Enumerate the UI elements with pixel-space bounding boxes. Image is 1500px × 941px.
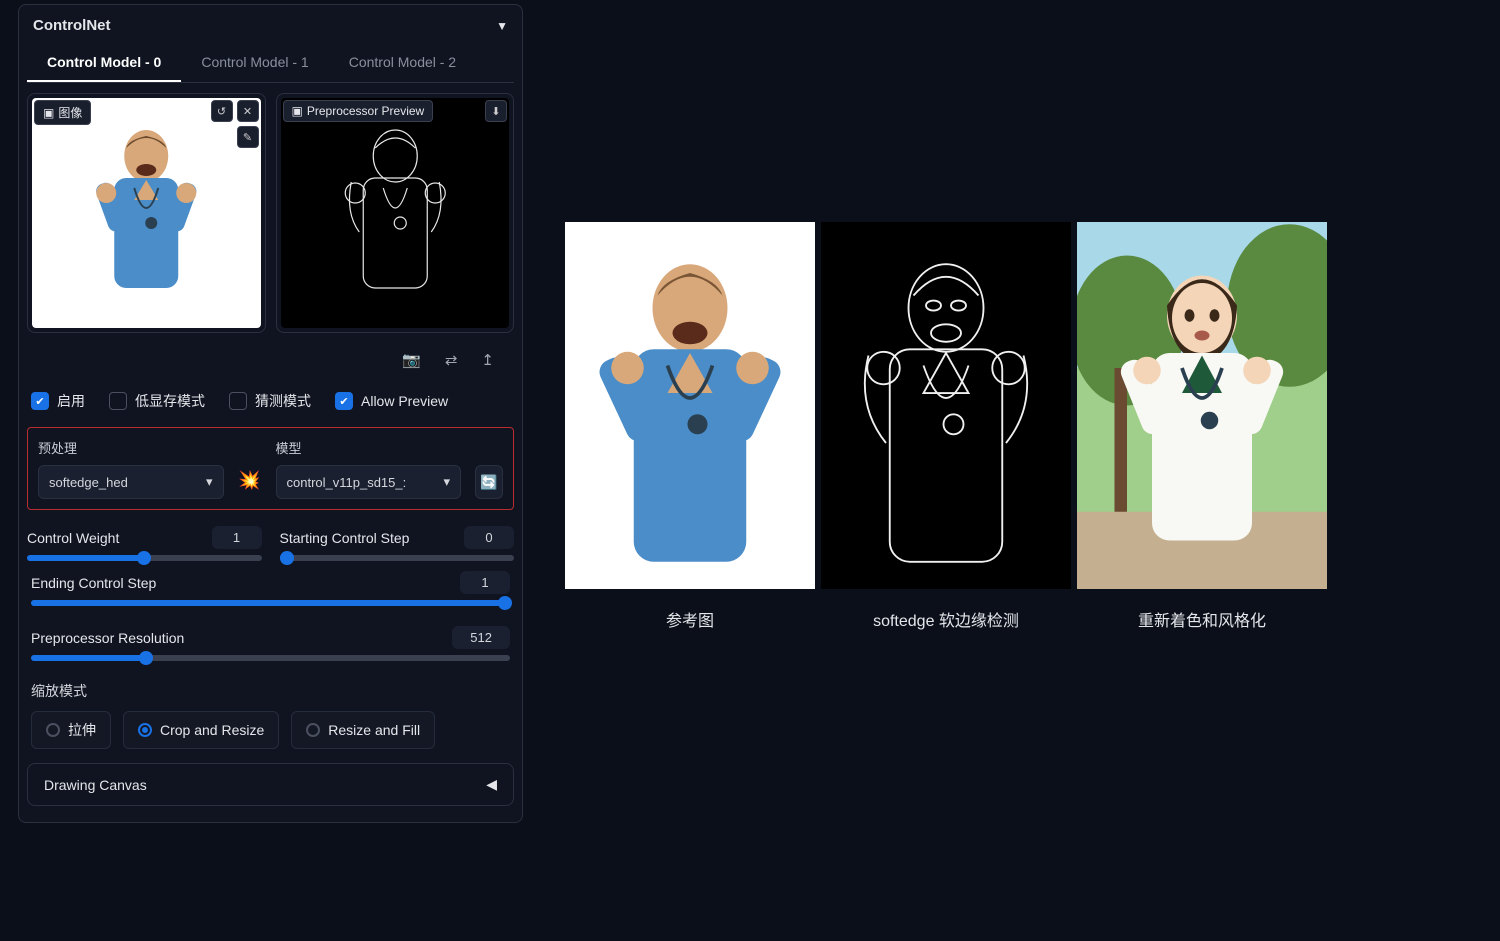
panel-header[interactable]: ControlNet ▼ [27, 9, 514, 44]
stylized-output-image [1077, 222, 1327, 589]
slider-label: Starting Control Step [280, 530, 410, 546]
explosion-run-icon[interactable]: 💥 [238, 470, 262, 499]
radio-stretch[interactable]: 拉伸 [31, 711, 111, 749]
slider-label: Preprocessor Resolution [31, 630, 184, 646]
collapse-icon[interactable]: ▼ [496, 19, 508, 33]
check-icon [229, 392, 247, 410]
radio-icon [306, 723, 320, 737]
download-icon[interactable]: ⬇ [485, 100, 507, 122]
model-label: 模型 [276, 438, 462, 457]
radio-crop-resize[interactable]: Crop and Resize [123, 711, 279, 749]
comparison-row: 参考图 s [565, 222, 1327, 631]
webcam-icon[interactable]: 📷 [402, 351, 421, 369]
refresh-model-icon[interactable]: 🔄 [475, 465, 503, 499]
starting-step-slider[interactable]: Starting Control Step 0 [280, 520, 515, 561]
preprocessor-dropdown[interactable]: softedge_hed ▾ [38, 465, 224, 499]
slider-label: Ending Control Step [31, 575, 156, 591]
undo-icon[interactable]: ↺ [211, 100, 233, 122]
caption-style: 重新着色和风格化 [1077, 607, 1327, 631]
tab-control-model-2[interactable]: Control Model - 2 [329, 44, 476, 82]
triangle-left-icon: ◀ [486, 776, 497, 793]
check-icon [109, 392, 127, 410]
caption-reference: 参考图 [565, 607, 815, 631]
input-image-card[interactable]: ▣ 图像 ↺ ✕ ✎ [27, 93, 266, 333]
image-action-row: 📷 ⇄ ↥ [27, 343, 514, 383]
nurse-photo-placeholder [565, 222, 815, 589]
edge-detection-image [821, 222, 1071, 589]
enable-checkbox[interactable]: ✔ 启用 [31, 391, 85, 411]
preview-tab-label: ▣ Preprocessor Preview [283, 100, 434, 122]
allow-preview-checkbox[interactable]: ✔ Allow Preview [335, 391, 448, 411]
tab-control-model-1[interactable]: Control Model - 1 [181, 44, 328, 82]
ending-step-slider[interactable]: Ending Control Step 1 [27, 565, 514, 606]
edit-icon[interactable]: ✎ [237, 126, 259, 148]
radio-resize-fill[interactable]: Resize and Fill [291, 711, 435, 749]
anime-nurse-placeholder [1077, 222, 1327, 589]
lowvram-checkbox[interactable]: 低显存模式 [109, 391, 205, 411]
resolution-slider[interactable]: Preprocessor Resolution 512 [27, 620, 514, 661]
guess-mode-checkbox[interactable]: 猜测模式 [229, 391, 311, 411]
radio-icon [46, 723, 60, 737]
edge-outline-placeholder [821, 222, 1071, 589]
edge-outline-placeholder [281, 98, 510, 328]
chevron-down-icon: ▾ [206, 474, 213, 490]
check-icon: ✔ [31, 392, 49, 410]
swap-icon[interactable]: ⇄ [445, 351, 458, 369]
slider-label: Control Weight [27, 530, 119, 546]
image-icon: ▣ [43, 106, 54, 120]
close-icon[interactable]: ✕ [237, 100, 259, 122]
scale-mode-label: 缩放模式 [27, 675, 514, 711]
preprocessor-label: 预处理 [38, 438, 224, 457]
preprocessor-model-section: 预处理 softedge_hed ▾ 💥 模型 control_v11p_sd1… [27, 427, 514, 510]
image-icon: ▣ [292, 104, 303, 118]
panel-title: ControlNet [33, 17, 111, 34]
preview-image-card[interactable]: ▣ Preprocessor Preview ⬇ [276, 93, 515, 333]
chevron-down-icon: ▾ [443, 474, 450, 490]
caption-edge: softedge 软边缘检测 [821, 607, 1071, 631]
model-tabs: Control Model - 0 Control Model - 1 Cont… [27, 44, 514, 83]
image-tab-label: ▣ 图像 [34, 100, 91, 125]
reference-image [565, 222, 815, 589]
model-dropdown[interactable]: control_v11p_sd15_: ▾ [276, 465, 462, 499]
check-icon: ✔ [335, 392, 353, 410]
control-weight-slider[interactable]: Control Weight 1 [27, 520, 262, 561]
upload-icon[interactable]: ↥ [481, 351, 494, 369]
drawing-canvas-toggle[interactable]: Drawing Canvas ◀ [27, 763, 514, 806]
preview-image[interactable] [281, 98, 510, 328]
tab-control-model-0[interactable]: Control Model - 0 [27, 44, 181, 82]
radio-icon [138, 723, 152, 737]
controlnet-panel: ControlNet ▼ Control Model - 0 Control M… [18, 4, 523, 823]
